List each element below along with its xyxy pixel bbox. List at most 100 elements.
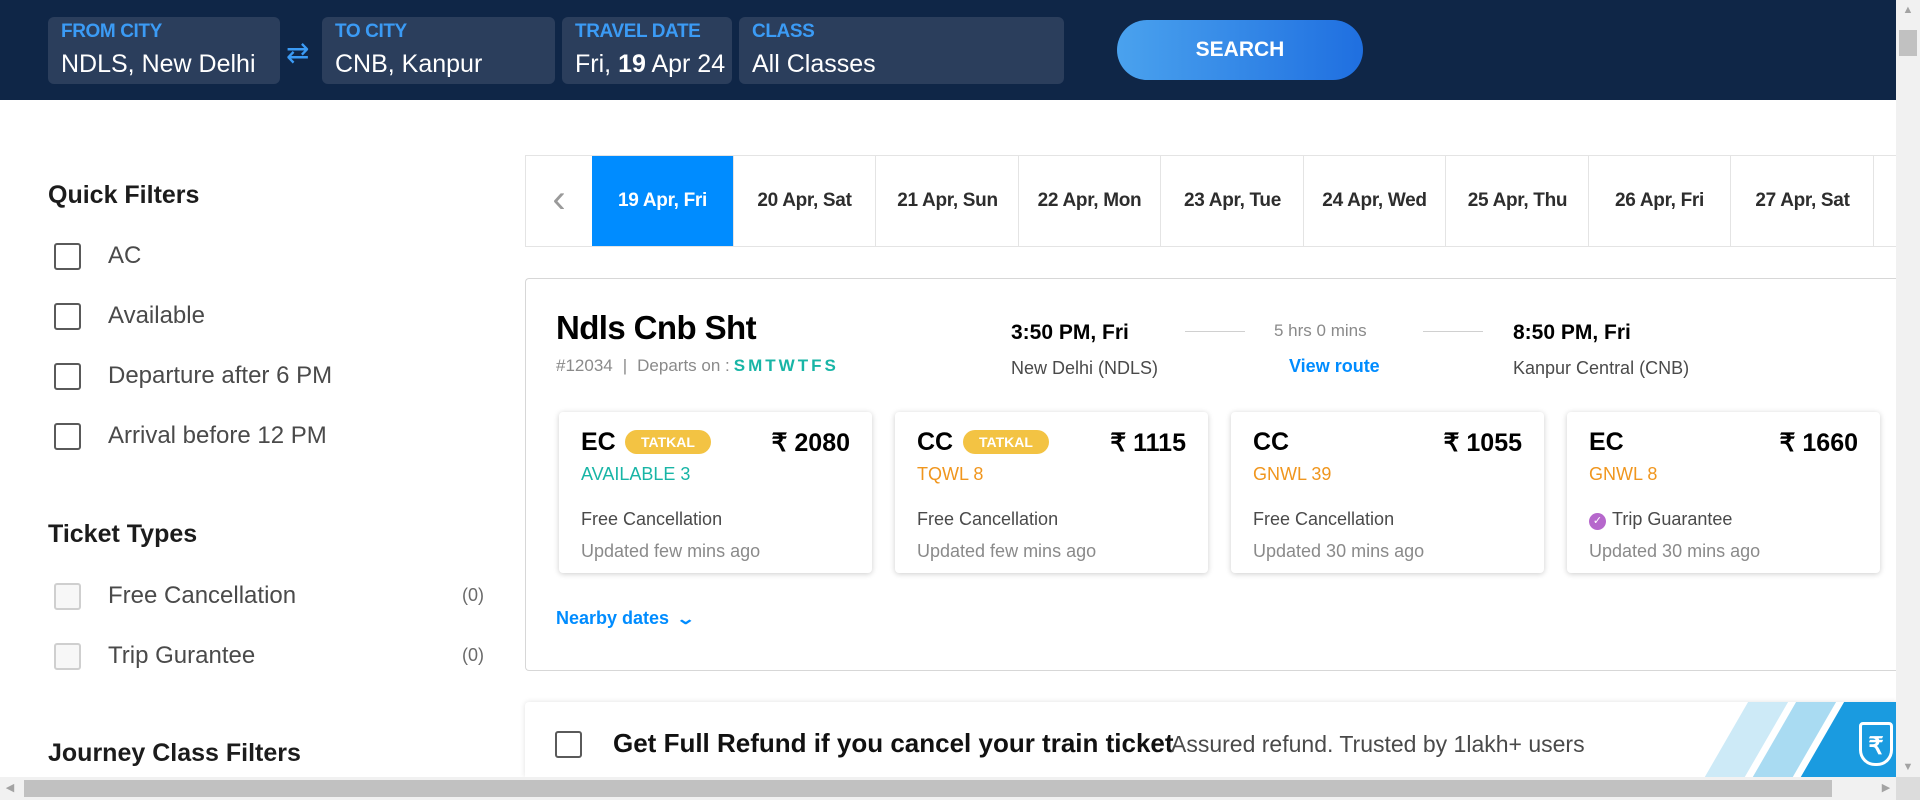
class-card-cc[interactable]: CC ₹ 1055 GNWL 39 Free Cancellation Upda… bbox=[1231, 412, 1544, 573]
filter-checkbox[interactable] bbox=[54, 643, 81, 670]
filter-checkbox[interactable] bbox=[54, 423, 81, 450]
class-card-cc-tatkal[interactable]: CC TATKAL ₹ 1115 TQWL 8 Free Cancellatio… bbox=[895, 412, 1208, 573]
date-tab[interactable]: 26 Apr, Fri bbox=[1589, 156, 1731, 246]
updated-time: Updated few mins ago bbox=[917, 541, 1097, 561]
date-tab[interactable]: 21 Apr, Sun bbox=[877, 156, 1019, 246]
class-price: ₹ 1055 bbox=[1443, 429, 1522, 457]
nearby-dates-toggle[interactable]: Nearby dates ⌄ bbox=[556, 608, 696, 629]
duration-line-left bbox=[1185, 331, 1245, 332]
from-city-field[interactable]: FROM CITY NDLS, New Delhi bbox=[48, 17, 280, 84]
class-label: CLASS bbox=[752, 21, 815, 42]
check-circle-icon: ✓ bbox=[1589, 513, 1606, 530]
travel-date-suffix: Apr 24 bbox=[651, 50, 726, 78]
refund-banner: Get Full Refund if you cancel your train… bbox=[525, 702, 1896, 777]
scroll-right-icon[interactable]: ▶ bbox=[1876, 777, 1896, 800]
travel-date-value: Fri, 19 Apr 24 bbox=[575, 46, 725, 82]
scroll-down-icon[interactable]: ▼ bbox=[1896, 757, 1920, 777]
scroll-left-icon[interactable]: ◀ bbox=[0, 777, 20, 800]
scrollbar-corner bbox=[1896, 777, 1920, 800]
journey-duration: 5 hrs 0 mins bbox=[1274, 321, 1367, 340]
chevron-left-icon[interactable]: ‹ bbox=[526, 156, 592, 246]
filter-checkbox[interactable] bbox=[54, 583, 81, 610]
filter-label: Trip Gurantee bbox=[108, 642, 256, 669]
view-route-link[interactable]: View route bbox=[1289, 356, 1380, 377]
date-tab[interactable]: 25 Apr, Thu bbox=[1447, 156, 1589, 246]
filter-arrival-before-12pm[interactable]: Arrival before 12 PM bbox=[54, 421, 484, 451]
scrollbar-thumb[interactable] bbox=[1899, 30, 1917, 56]
filter-free-cancellation[interactable]: Free Cancellation (0) bbox=[54, 581, 484, 611]
nearby-dates-label: Nearby dates bbox=[556, 608, 670, 628]
search-header: FROM CITY NDLS, New Delhi ⇄ TO CITY CNB,… bbox=[0, 0, 1896, 100]
from-city-value: NDLS, New Delhi bbox=[61, 50, 256, 78]
train-result-card: Ndls Cnb Sht #12034 | Departs on : SMTWTFS … bbox=[525, 278, 1896, 671]
train-number: #12034 bbox=[556, 356, 613, 375]
travel-date-prefix: Fri, bbox=[575, 50, 612, 78]
filter-label: Departure after 6 PM bbox=[108, 362, 333, 389]
filter-trip-guarantee[interactable]: Trip Gurantee (0) bbox=[54, 641, 484, 671]
date-tab[interactable]: 27 Apr, Sat bbox=[1732, 156, 1874, 246]
date-tab[interactable]: 20 Apr, Sat bbox=[734, 156, 876, 246]
filter-label: Available bbox=[108, 302, 205, 329]
meta-separator: | bbox=[622, 356, 628, 375]
train-name: Ndls Cnb Sht bbox=[556, 309, 757, 346]
travel-date-field[interactable]: TRAVEL DATE Fri, 19 Apr 24 bbox=[562, 17, 732, 84]
refund-title: Get Full Refund if you cancel your train… bbox=[613, 728, 1174, 758]
filter-ac[interactable]: AC bbox=[54, 241, 484, 271]
to-city-field[interactable]: TO CITY CNB, Kanpur bbox=[322, 17, 555, 84]
class-price: ₹ 1115 bbox=[1110, 429, 1186, 457]
free-cancellation-text: Free Cancellation bbox=[1253, 509, 1395, 529]
availability-status: AVAILABLE 3 bbox=[581, 464, 691, 484]
scroll-up-icon[interactable]: ▲ bbox=[1896, 0, 1920, 20]
departure-time: 3:50 PM, Fri bbox=[1011, 321, 1129, 344]
filter-checkbox[interactable] bbox=[54, 303, 81, 330]
filter-label: AC bbox=[108, 242, 142, 269]
to-city-value: CNB, Kanpur bbox=[335, 50, 483, 78]
class-name: CC bbox=[1253, 428, 1290, 456]
filter-departure-after-6pm[interactable]: Departure after 6 PM bbox=[54, 361, 484, 391]
vertical-scrollbar[interactable]: ▲ ▼ bbox=[1896, 0, 1920, 777]
filter-label: Arrival before 12 PM bbox=[108, 422, 327, 449]
running-days: SMTWTFS bbox=[733, 356, 839, 375]
to-city-label: TO CITY bbox=[335, 21, 407, 42]
tatkal-badge: TATKAL bbox=[625, 430, 711, 454]
date-tab-active[interactable]: 19 Apr, Fri bbox=[592, 156, 734, 246]
refund-checkbox[interactable] bbox=[555, 731, 582, 758]
filters-sidebar: Quick Filters AC Available Departure aft… bbox=[0, 100, 500, 777]
date-tab[interactable]: 24 Apr, Wed bbox=[1304, 156, 1446, 246]
filter-count: (0) bbox=[462, 645, 484, 665]
departure-station: New Delhi (NDLS) bbox=[1011, 358, 1159, 378]
filter-checkbox[interactable] bbox=[54, 243, 81, 270]
filter-count: (0) bbox=[462, 585, 484, 605]
filter-available[interactable]: Available bbox=[54, 301, 484, 331]
class-field[interactable]: CLASS All Classes bbox=[739, 17, 1064, 84]
tatkal-badge: TATKAL bbox=[963, 430, 1049, 454]
availability-status: TQWL 8 bbox=[917, 464, 984, 484]
filter-label: Free Cancellation bbox=[108, 582, 297, 609]
refund-subtitle: Assured refund. Trusted by 1lakh+ users bbox=[1171, 731, 1585, 757]
trip-guarantee-label: Trip Guarantee bbox=[1612, 509, 1733, 529]
updated-time: Updated 30 mins ago bbox=[1253, 541, 1425, 561]
class-card-ec-tatkal[interactable]: EC TATKAL ₹ 2080 AVAILABLE 3 Free Cancel… bbox=[559, 412, 872, 573]
availability-status: GNWL 39 bbox=[1253, 464, 1332, 484]
duration-line-right bbox=[1423, 331, 1483, 332]
shield-rupee-icon: ₹ bbox=[1859, 722, 1893, 766]
search-button[interactable]: SEARCH bbox=[1117, 20, 1363, 80]
filter-checkbox[interactable] bbox=[54, 363, 81, 390]
free-cancellation-text: Free Cancellation bbox=[917, 509, 1059, 529]
class-card-ec[interactable]: EC ₹ 1660 GNWL 8 ✓ Trip Guarantee Updated… bbox=[1567, 412, 1880, 573]
train-meta: #12034 | Departs on : SMTWTFS bbox=[556, 356, 839, 376]
date-tab[interactable]: 22 Apr, Mon bbox=[1019, 156, 1161, 246]
quick-filters-title: Quick Filters bbox=[48, 181, 200, 209]
swap-cities-icon[interactable]: ⇄ bbox=[286, 36, 309, 69]
date-tab[interactable]: 23 Apr, Tue bbox=[1162, 156, 1304, 246]
class-value: All Classes bbox=[752, 50, 876, 78]
date-selector: ‹ 19 Apr, Fri 20 Apr, Sat 21 Apr, Sun 22… bbox=[525, 155, 1896, 247]
scrollbar-thumb[interactable] bbox=[24, 780, 1832, 797]
class-name: EC bbox=[581, 428, 616, 456]
journey-class-filters-title: Journey Class Filters bbox=[48, 739, 301, 767]
departs-on-label: Departs on : bbox=[637, 356, 730, 375]
free-cancellation-text: Free Cancellation bbox=[581, 509, 723, 529]
chevron-down-icon: ⌄ bbox=[675, 611, 696, 628]
updated-time: Updated few mins ago bbox=[581, 541, 761, 561]
horizontal-scrollbar[interactable]: ◀ ▶ bbox=[0, 777, 1896, 800]
